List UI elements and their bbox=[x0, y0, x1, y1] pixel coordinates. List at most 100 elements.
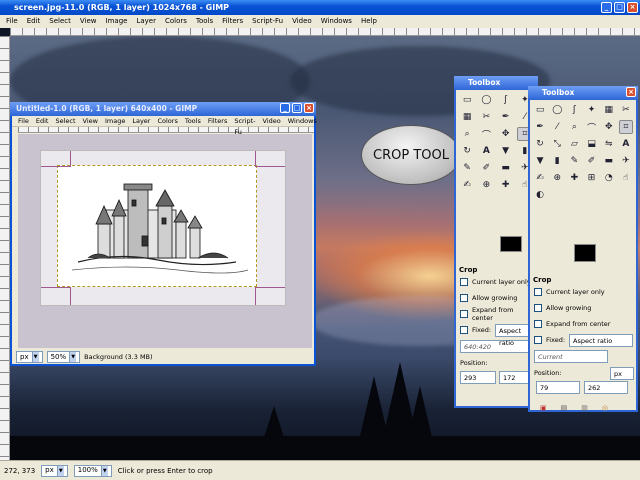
restore-options-icon[interactable]: ▤ bbox=[561, 404, 568, 412]
ellipse-select-icon[interactable]: ◯ bbox=[478, 93, 494, 107]
text-icon[interactable]: A bbox=[619, 137, 633, 151]
main-zoom-select[interactable]: 100% ▼ bbox=[73, 464, 112, 477]
shear-icon[interactable]: ▱ bbox=[567, 137, 581, 151]
reset-options-icon[interactable]: ◎ bbox=[602, 404, 608, 412]
position-x-input[interactable]: 79 bbox=[536, 381, 580, 394]
color-picker-icon[interactable]: ⁄ bbox=[550, 120, 564, 134]
color-select-icon[interactable]: ▦ bbox=[602, 103, 616, 117]
eraser-icon[interactable]: ▬ bbox=[602, 154, 616, 168]
ink-icon[interactable]: ✍ bbox=[459, 178, 475, 192]
vertical-ruler[interactable] bbox=[0, 36, 10, 460]
img-menu-filters[interactable]: Filters bbox=[208, 116, 227, 126]
img-menu-colors[interactable]: Colors bbox=[157, 116, 177, 126]
lasso-icon[interactable]: ʃ bbox=[567, 103, 581, 117]
front-option-expand-center[interactable]: Expand from center bbox=[530, 316, 638, 332]
zoom-icon[interactable]: ⌕ bbox=[567, 120, 581, 134]
front-option-current-layer[interactable]: Current layer only bbox=[530, 284, 638, 300]
measure-icon[interactable]: ⌒ bbox=[585, 120, 599, 134]
menu-video[interactable]: Video bbox=[292, 15, 312, 28]
clone-icon[interactable]: ⊕ bbox=[478, 178, 494, 192]
checkbox[interactable] bbox=[534, 336, 542, 344]
img-menu-script-fu[interactable]: Script-Fu bbox=[234, 116, 255, 136]
img-menu-image[interactable]: Image bbox=[105, 116, 125, 126]
fuzzy-select-icon[interactable]: ✦ bbox=[585, 103, 599, 117]
save-options-icon[interactable]: ▣ bbox=[540, 404, 547, 412]
img-menu-video[interactable]: Video bbox=[263, 116, 281, 126]
move-icon[interactable]: ✥ bbox=[498, 127, 514, 141]
ratio-field[interactable]: 640:420 bbox=[460, 340, 532, 353]
image-zoom-select[interactable]: 50% ▼ bbox=[46, 351, 81, 363]
front-option-allow-growing[interactable]: Allow growing bbox=[530, 300, 638, 316]
image-maximize-button[interactable]: □ bbox=[292, 103, 302, 113]
img-menu-file[interactable]: File bbox=[18, 116, 29, 126]
image-window[interactable]: Untitled-1.0 (RGB, 1 layer) 640x400 - GI… bbox=[10, 102, 317, 366]
foreground-color-swatch[interactable] bbox=[574, 244, 596, 262]
perspective-clone-icon[interactable]: ⊞ bbox=[585, 171, 599, 185]
minimize-button[interactable]: _ bbox=[601, 2, 612, 13]
toolbox-front-titlebar[interactable]: Toolbox × bbox=[528, 86, 638, 100]
crop-icon[interactable]: ⌗ bbox=[618, 120, 633, 134]
img-menu-view[interactable]: View bbox=[83, 116, 98, 126]
rotate-icon[interactable]: ↻ bbox=[459, 144, 475, 158]
position-y-input[interactable]: 262 bbox=[584, 381, 628, 394]
checkbox[interactable] bbox=[460, 326, 468, 334]
paths-icon[interactable]: ✒ bbox=[498, 110, 514, 124]
back-option-allow-growing[interactable]: Allow growing bbox=[456, 290, 536, 306]
menu-tools[interactable]: Tools bbox=[196, 15, 213, 28]
rect-select-icon[interactable]: ▭ bbox=[459, 93, 475, 107]
horizontal-ruler[interactable] bbox=[10, 28, 640, 36]
heal-icon[interactable]: ✚ bbox=[498, 178, 514, 192]
ink-icon[interactable]: ✍ bbox=[533, 171, 547, 185]
zoom-icon[interactable]: ⌕ bbox=[459, 127, 475, 141]
image-unit-select[interactable]: px ▼ bbox=[16, 351, 43, 363]
pencil-icon[interactable]: ✎ bbox=[459, 161, 475, 175]
img-menu-windows[interactable]: Windows bbox=[288, 116, 317, 126]
menu-image[interactable]: Image bbox=[106, 15, 128, 28]
convolve-icon[interactable]: ◔ bbox=[602, 171, 616, 185]
text-icon[interactable]: A bbox=[478, 144, 494, 158]
back-option-current-layer[interactable]: Current layer only bbox=[456, 274, 536, 290]
fixed-select[interactable]: Aspect ratio bbox=[569, 333, 634, 347]
crop-handle-top-right[interactable] bbox=[255, 151, 285, 167]
crop-handle-bottom-left[interactable] bbox=[41, 287, 71, 305]
heal-icon[interactable]: ✚ bbox=[567, 171, 581, 185]
image-close-button[interactable]: × bbox=[304, 103, 314, 113]
rotate-icon[interactable]: ↻ bbox=[533, 137, 547, 151]
move-icon[interactable]: ✥ bbox=[602, 120, 616, 134]
scissors-icon[interactable]: ✂ bbox=[478, 110, 494, 124]
toolbox-back[interactable]: Toolbox ▭ ◯ ʃ ✦ ▦ ✂ ✒ ⁄ ⌕ ⌒ ✥ ⌗ ↻ A ▼ ▮ … bbox=[454, 76, 538, 408]
gradient-icon[interactable]: ▮ bbox=[550, 154, 564, 168]
menu-view[interactable]: View bbox=[80, 15, 97, 28]
front-option-fixed[interactable]: Fixed: Aspect ratio bbox=[530, 332, 638, 348]
image-window-titlebar[interactable]: Untitled-1.0 (RGB, 1 layer) 640x400 - GI… bbox=[10, 102, 316, 116]
measure-icon[interactable]: ⌒ bbox=[478, 127, 494, 141]
img-menu-edit[interactable]: Edit bbox=[36, 116, 49, 126]
scissors-icon[interactable]: ✂ bbox=[619, 103, 633, 117]
checkbox[interactable] bbox=[460, 310, 468, 318]
bucket-fill-icon[interactable]: ▼ bbox=[498, 144, 514, 158]
dodge-burn-icon[interactable]: ◐ bbox=[533, 188, 547, 202]
menu-help[interactable]: Help bbox=[361, 15, 377, 28]
main-unit-select[interactable]: px ▼ bbox=[41, 464, 68, 477]
crop-handle-top-left[interactable] bbox=[41, 151, 71, 167]
img-menu-tools[interactable]: Tools bbox=[185, 116, 201, 126]
crop-rectangle[interactable] bbox=[57, 165, 257, 287]
eraser-icon[interactable]: ▬ bbox=[498, 161, 514, 175]
current-ratio-field[interactable]: Current bbox=[534, 350, 608, 363]
menu-edit[interactable]: Edit bbox=[27, 15, 41, 28]
foreground-color-swatch[interactable] bbox=[500, 236, 522, 252]
toolbox-front[interactable]: Toolbox × ▭ ◯ ʃ ✦ ▦ ✂ ✒ ⁄ ⌕ ⌒ ✥ ⌗ ↻ ⤡ ▱ … bbox=[528, 86, 638, 412]
airbrush-icon[interactable]: ✈ bbox=[619, 154, 633, 168]
ellipse-select-icon[interactable]: ◯ bbox=[550, 103, 564, 117]
menu-file[interactable]: File bbox=[6, 15, 18, 28]
close-button[interactable]: × bbox=[627, 2, 638, 13]
img-menu-select[interactable]: Select bbox=[55, 116, 75, 126]
menu-colors[interactable]: Colors bbox=[165, 15, 187, 28]
back-option-fixed[interactable]: Fixed: Aspect ratio bbox=[456, 322, 536, 347]
checkbox[interactable] bbox=[534, 304, 542, 312]
checkbox[interactable] bbox=[534, 288, 542, 296]
crop-handle-bottom-right[interactable] bbox=[255, 287, 285, 305]
scale-icon[interactable]: ⤡ bbox=[550, 137, 564, 151]
img-menu-layer[interactable]: Layer bbox=[132, 116, 150, 126]
smudge-icon[interactable]: ☝ bbox=[619, 171, 633, 185]
